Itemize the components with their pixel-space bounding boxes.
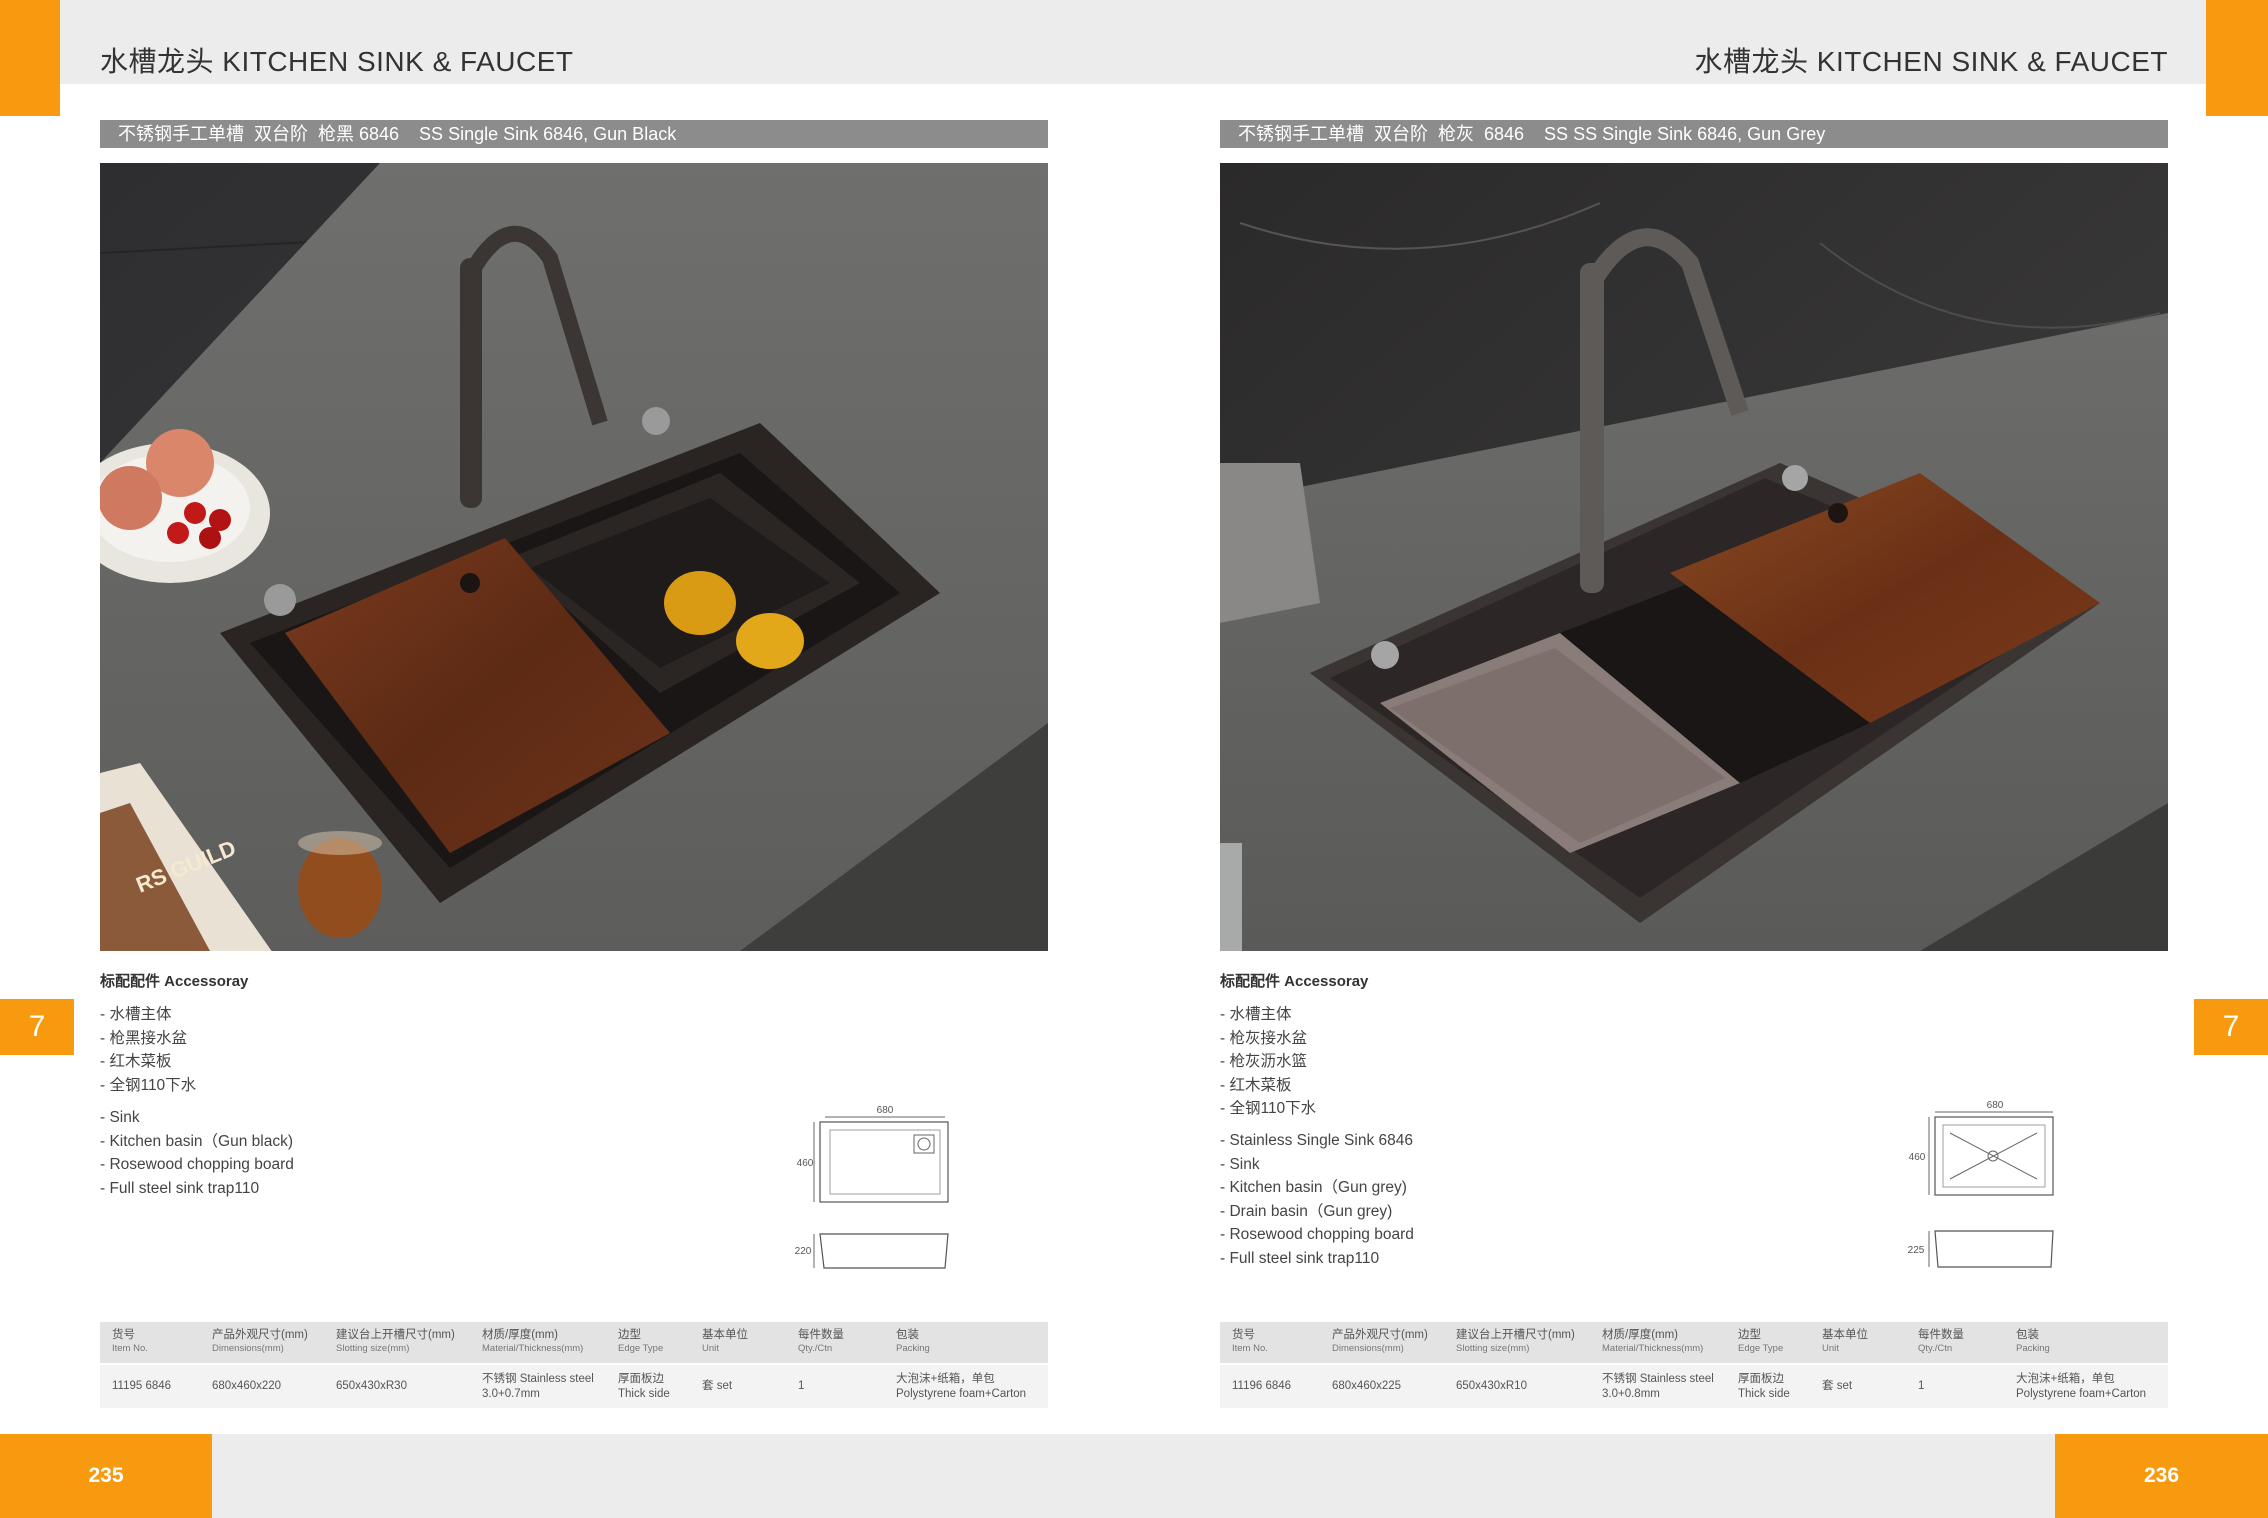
left-header-title: 水槽龙头 KITCHEN SINK & FAUCET <box>100 46 574 77</box>
left-accessories-en: - Sink - Kitchen basin（Gun black) - Rose… <box>100 1106 294 1200</box>
left-accessories-cn: - 水槽主体 - 枪黑接水盆 - 红木菜板 - 全钢110下水 <box>100 1003 196 1097</box>
right-dimension-diagram: 680 460 225 <box>1905 1095 2075 1275</box>
table-header-row: 货号 Item No. 产品外观尺寸(mm) Dimensions(mm) 建议台上… <box>100 1322 1048 1364</box>
col-header-dimensions: 产品外观尺寸(mm) Dimensions(mm) <box>200 1322 324 1364</box>
table-cell: 厚面板边 Thick side <box>606 1363 690 1408</box>
table-cell: 不锈钢 Stainless steel 3.0+0.7mm <box>470 1363 606 1408</box>
col-header-slotting: 建议台上开槽尺寸(mm) Slotting size(mm) <box>324 1322 470 1364</box>
col-header-packing: 包装 Packing <box>2004 1322 2168 1364</box>
left-chapter-marker: 7 <box>0 999 74 1055</box>
width-label: 680 <box>877 1105 894 1116</box>
accessory-item: - Kitchen basin（Gun black) <box>100 1132 293 1150</box>
right-product-photo <box>1220 163 2168 951</box>
col-header-material: 材质/厚度(mm) Material/Thickness(mm) <box>470 1322 606 1364</box>
table-cell: 大泡沫+纸箱，单包 Polystyrene foam+Carton <box>884 1363 1048 1408</box>
accessory-item: - 枪灰沥水篮 <box>1220 1053 1307 1070</box>
accessory-item: - Drain basin（Gun grey) <box>1220 1202 1393 1220</box>
table-cell: 套 set <box>1810 1363 1906 1408</box>
accessory-item: - 水槽主体 <box>100 1006 172 1023</box>
right-accessories-cn: - 水槽主体 - 枪灰接水盆 - 枪灰沥水篮 - 红木菜板 - 全钢110下水 <box>1220 1003 1316 1121</box>
accessory-item: - 水槽主体 <box>1220 1006 1292 1023</box>
right-spec-table: 货号 Item No. 产品外观尺寸(mm) Dimensions(mm) 建议台上… <box>1220 1322 2168 1408</box>
col-header-slotting: 建议台上开槽尺寸(mm) Slotting size(mm) <box>1444 1322 1590 1364</box>
left-spec-table: 货号 Item No. 产品外观尺寸(mm) Dimensions(mm) 建议台上… <box>100 1322 1048 1408</box>
table-cell: 1 <box>1906 1363 2004 1408</box>
table-cell: 1 <box>786 1363 884 1408</box>
sink-side-view <box>1934 1230 2054 1268</box>
accessory-item: - Rosewood chopping board <box>100 1156 294 1173</box>
accessory-item: - Rosewood chopping board <box>1220 1226 1414 1243</box>
right-accessories-title: 标配配件 Accessoray <box>1220 973 1369 990</box>
table-cell: 厚面板边 Thick side <box>1726 1363 1810 1408</box>
accessory-item: - 红木菜板 <box>1220 1076 1292 1094</box>
table-cell: 套 set <box>690 1363 786 1408</box>
right-product-title: 不锈钢手工单槽 双台阶 枪灰 6846 SS SS Single Sink 68… <box>1220 120 2168 148</box>
col-header-material: 材质/厚度(mm) Material/Thickness(mm) <box>1590 1322 1726 1364</box>
accessory-item: - 全钢110下水 <box>1220 1100 1317 1117</box>
height-label: 225 <box>1908 1245 1925 1256</box>
depth-label: 460 <box>1909 1152 1926 1163</box>
col-header-unit: 基本单位 Unit <box>1810 1322 1906 1364</box>
accessory-item: - 枪黑接水盆 <box>100 1029 187 1047</box>
col-header-item-no: 货号 Item No. <box>1220 1322 1320 1364</box>
left-corner-tab <box>0 0 60 116</box>
left-page-number: 235 <box>0 1434 212 1518</box>
left-product-title: 不锈钢手工单槽 双台阶 枪黑 6846 SS Single Sink 6846,… <box>100 120 1048 148</box>
col-header-unit: 基本单位 Unit <box>690 1322 786 1364</box>
sink-top-view <box>819 1121 949 1203</box>
left-accessories-title: 标配配件 Accessoray <box>100 973 249 990</box>
right-chapter-marker: 7 <box>2194 999 2268 1055</box>
table-row: 11195 6846 680x460x220 650x430xR30 不锈钢 S… <box>100 1363 1048 1408</box>
footer-band <box>0 1434 2268 1518</box>
col-header-item-no: 货号 Item No. <box>100 1322 200 1364</box>
col-header-qty: 每件数量 Qty./Ctn <box>786 1322 884 1364</box>
table-cell: 680x460x220 <box>200 1363 324 1408</box>
accessory-item: - Stainless Single Sink 6846 <box>1220 1132 1414 1149</box>
col-header-edge: 边型 Edge Type <box>1726 1322 1810 1364</box>
accessory-item: - Full steel sink trap110 <box>1220 1249 1380 1267</box>
right-page-number: 236 <box>2055 1434 2268 1518</box>
accessory-item: - Full steel sink trap110 <box>100 1179 260 1197</box>
height-label: 220 <box>795 1246 812 1257</box>
right-header-title: 水槽龙头 KITCHEN SINK & FAUCET <box>1694 46 2168 77</box>
depth-label: 460 <box>797 1158 814 1169</box>
accessory-item: - Kitchen basin（Gun grey) <box>1220 1179 1407 1196</box>
col-header-qty: 每件数量 Qty./Ctn <box>1906 1322 2004 1364</box>
accessory-item: - Sink <box>1220 1155 1260 1173</box>
table-row: 11196 6846 680x460x225 650x430xR10 不锈钢 S… <box>1220 1363 2168 1408</box>
col-header-packing: 包装 Packing <box>884 1322 1048 1364</box>
width-label: 680 <box>1987 1100 2004 1111</box>
accessory-item: - Sink <box>100 1109 140 1126</box>
table-cell: 11195 6846 <box>100 1363 200 1408</box>
left-dimension-diagram: 680 460 220 <box>790 1100 960 1280</box>
table-cell: 11196 6846 <box>1220 1363 1320 1408</box>
accessory-item: - 红木菜板 <box>100 1053 172 1070</box>
table-header-row: 货号 Item No. 产品外观尺寸(mm) Dimensions(mm) 建议台上… <box>1220 1322 2168 1364</box>
accessory-item: - 全钢110下水 <box>100 1076 197 1094</box>
accessory-item: - 枪灰接水盆 <box>1220 1029 1307 1047</box>
table-cell: 大泡沫+纸箱，单包 Polystyrene foam+Carton <box>2004 1363 2168 1408</box>
col-header-edge: 边型 Edge Type <box>606 1322 690 1364</box>
left-product-photo: RS GUILD <box>100 163 1048 951</box>
table-cell: 650x430xR10 <box>1444 1363 1590 1408</box>
col-header-dimensions: 产品外观尺寸(mm) Dimensions(mm) <box>1320 1322 1444 1364</box>
table-cell: 680x460x225 <box>1320 1363 1444 1408</box>
right-corner-tab <box>2206 0 2268 116</box>
right-accessories-en: - Stainless Single Sink 6846 - Sink - Ki… <box>1220 1129 1414 1270</box>
table-cell: 650x430xR30 <box>324 1363 470 1408</box>
table-cell: 不锈钢 Stainless steel 3.0+0.8mm <box>1590 1363 1726 1408</box>
sink-side-view <box>819 1233 949 1269</box>
